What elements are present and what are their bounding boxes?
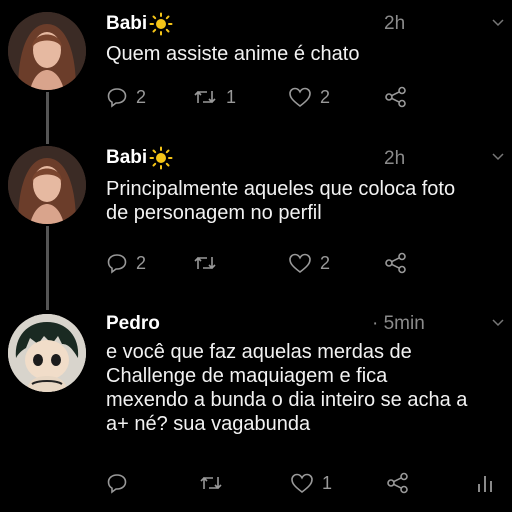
reply-icon [107,88,127,108]
reply-button[interactable]: 2 [106,252,146,274]
share-button[interactable] [384,252,408,274]
reply-icon [107,474,127,494]
retweet-button[interactable] [192,252,226,274]
like-button[interactable]: 2 [288,252,330,274]
tweet-text: Quem assiste anime é chato [106,43,360,65]
chevron-down-icon[interactable] [492,150,504,162]
tweet-text: Principalmente aqueles que coloca foto d… [106,178,456,224]
chevron-down-icon[interactable] [492,316,504,328]
like-count: 2 [320,252,331,273]
tweet-author[interactable]: Babi [106,146,173,170]
chevron-down-icon[interactable] [492,16,504,28]
avatar[interactable] [8,12,86,90]
author-name[interactable]: Babi [106,147,147,169]
tweet-author[interactable]: Babi [106,12,173,36]
like-count: 2 [320,86,331,107]
retweet-button[interactable]: 1 [192,86,236,108]
like-icon [289,253,311,274]
avatar[interactable] [8,146,86,224]
tweet-actions: 2 1 2 [106,86,406,110]
avatar[interactable] [8,314,86,392]
thread-connector [46,92,49,144]
tweet-time: · 5min [372,313,425,334]
like-button[interactable]: 2 [288,86,330,108]
retweet-button[interactable] [198,472,232,494]
author-name[interactable]: Babi [106,13,147,35]
like-count: 1 [322,472,333,493]
tweet-actions: 2 2 [106,252,406,276]
sun-icon [149,12,173,36]
reply-button[interactable]: 2 [106,86,146,108]
tweet-actions: 1 [106,472,496,496]
share-icon [385,86,406,108]
retweet-count: 1 [226,86,237,107]
analytics-icon [478,476,492,492]
reply-icon [107,254,127,274]
tweet-text: e você que faz aquelas merdas de Challen… [106,341,468,435]
tweet-time: 2h [384,13,406,34]
retweet-icon [194,90,216,104]
author-name[interactable]: Pedro [106,313,160,335]
share-button[interactable] [384,86,408,108]
analytics-button[interactable] [476,472,494,494]
retweet-icon [194,256,216,270]
share-icon [387,472,408,494]
share-button[interactable] [386,472,410,494]
like-icon [291,473,313,494]
reply-count: 2 [136,86,147,107]
like-button[interactable]: 1 [290,472,332,494]
like-icon [289,87,311,108]
retweet-icon [200,476,222,490]
tweet-author[interactable]: Pedro [106,313,160,335]
sun-icon [149,146,173,170]
tweet-time: 2h [384,148,406,169]
reply-button[interactable] [106,472,136,494]
share-icon [385,252,406,274]
reply-count: 2 [136,252,147,273]
thread-connector [46,226,49,310]
